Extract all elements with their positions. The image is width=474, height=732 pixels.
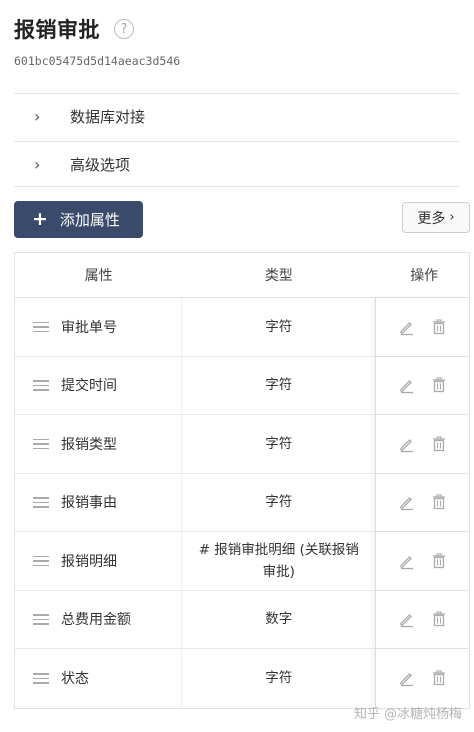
property-name: 报销事由 bbox=[61, 495, 117, 512]
property-name: 提交时间 bbox=[61, 378, 117, 395]
title-row: 报销审批 ? bbox=[14, 14, 460, 44]
edit-icon[interactable] bbox=[398, 318, 416, 336]
actions-cell bbox=[375, 532, 469, 590]
edit-icon[interactable] bbox=[398, 552, 416, 570]
property-name: 审批单号 bbox=[61, 319, 117, 336]
drag-handle-icon[interactable] bbox=[33, 380, 49, 391]
edit-icon[interactable] bbox=[398, 610, 416, 628]
table-header: 属性 类型 操作 bbox=[15, 253, 469, 298]
drag-handle-icon[interactable] bbox=[33, 321, 49, 332]
table-row[interactable]: 审批单号 字符 bbox=[15, 298, 469, 357]
edit-icon[interactable] bbox=[398, 435, 416, 453]
type-cell: 字符 bbox=[265, 318, 293, 335]
trash-icon[interactable] bbox=[430, 669, 448, 687]
trash-icon[interactable] bbox=[430, 552, 448, 570]
edit-icon[interactable] bbox=[398, 493, 416, 511]
chevron-right-icon: › bbox=[449, 210, 455, 225]
add-property-button[interactable]: + 添加属性 bbox=[14, 201, 143, 238]
chevron-right-icon: › bbox=[34, 107, 41, 126]
drag-handle-icon[interactable] bbox=[33, 438, 49, 449]
trash-icon[interactable] bbox=[430, 376, 448, 394]
actions-cell bbox=[375, 298, 469, 356]
actions-cell bbox=[375, 415, 469, 473]
page-title: 报销审批 bbox=[14, 18, 100, 42]
property-name: 报销明细 bbox=[61, 553, 117, 570]
object-id: 601bc05475d5d14aeac3d546 bbox=[14, 54, 181, 68]
table-row[interactable]: 提交时间 字符 bbox=[15, 356, 469, 415]
type-cell: 字符 bbox=[265, 377, 293, 394]
drag-handle-icon[interactable] bbox=[33, 555, 49, 566]
property-cell: 总费用金额 bbox=[15, 590, 183, 648]
section-database-connection[interactable]: › 数据库对接 bbox=[14, 93, 460, 139]
actions-cell bbox=[375, 356, 469, 414]
trash-icon[interactable] bbox=[430, 435, 448, 453]
table-row[interactable]: 状态 字符 bbox=[15, 649, 469, 708]
type-cell: 字符 bbox=[265, 670, 293, 687]
property-name: 报销类型 bbox=[61, 436, 117, 453]
trash-icon[interactable] bbox=[430, 610, 448, 628]
column-header-actions: 操作 bbox=[410, 268, 439, 284]
drag-handle-icon[interactable] bbox=[33, 614, 49, 625]
section-label: 数据库对接 bbox=[70, 108, 146, 126]
actions-cell bbox=[375, 590, 469, 648]
add-property-label: 添加属性 bbox=[59, 211, 120, 229]
edit-icon[interactable] bbox=[398, 669, 416, 687]
type-cell: 字符 bbox=[265, 435, 293, 452]
trash-icon[interactable] bbox=[430, 493, 448, 511]
property-name: 总费用金额 bbox=[61, 612, 131, 629]
property-name: 状态 bbox=[61, 671, 89, 688]
trash-icon[interactable] bbox=[430, 318, 448, 336]
edit-icon[interactable] bbox=[398, 376, 416, 394]
property-table: 属性 类型 操作 审批单号 字符 提交时间 字符 报销类型 字符 报销事由 字符 报销明细 # 报… bbox=[14, 252, 470, 709]
table-row[interactable]: 报销类型 字符 bbox=[15, 415, 469, 474]
table-row[interactable]: 总费用金额 数字 bbox=[15, 590, 469, 649]
property-cell: 报销事由 bbox=[15, 473, 183, 531]
column-header-property: 属性 bbox=[84, 268, 113, 284]
table-row[interactable]: 报销明细 # 报销审批明细 (关联报销审批) bbox=[15, 532, 469, 591]
drag-handle-icon[interactable] bbox=[33, 497, 49, 508]
actions-cell bbox=[375, 649, 469, 708]
table-row[interactable]: 报销事由 字符 bbox=[15, 473, 469, 532]
property-cell: 状态 bbox=[15, 649, 183, 708]
section-advanced-options[interactable]: › 高级选项 bbox=[14, 141, 460, 187]
property-cell: 报销类型 bbox=[15, 415, 183, 473]
watermark: 知乎 @冰糖炖杨梅 bbox=[353, 707, 462, 722]
property-cell: 提交时间 bbox=[15, 356, 183, 414]
column-header-type: 类型 bbox=[264, 268, 293, 284]
plus-icon: + bbox=[32, 208, 48, 230]
section-label: 高级选项 bbox=[70, 155, 131, 174]
property-cell: 报销明细 bbox=[15, 532, 183, 590]
more-label: 更多 bbox=[417, 210, 446, 227]
property-cell: 审批单号 bbox=[15, 298, 183, 356]
table-body: 审批单号 字符 提交时间 字符 报销类型 字符 报销事由 字符 报销明细 # 报销审批明细 (关联… bbox=[15, 298, 469, 708]
more-button[interactable]: 更多 › bbox=[402, 202, 470, 233]
drag-handle-icon[interactable] bbox=[33, 673, 49, 684]
help-icon[interactable]: ? bbox=[114, 19, 134, 39]
page-header: 报销审批 ? 601bc05475d5d14aeac3d546 bbox=[14, 14, 460, 68]
type-cell: 数字 bbox=[265, 611, 293, 628]
actions-cell bbox=[375, 473, 469, 531]
chevron-right-icon: › bbox=[34, 154, 41, 174]
type-cell: # 报销审批明细 (关联报销审批) bbox=[198, 541, 359, 580]
type-cell: 字符 bbox=[265, 494, 293, 511]
